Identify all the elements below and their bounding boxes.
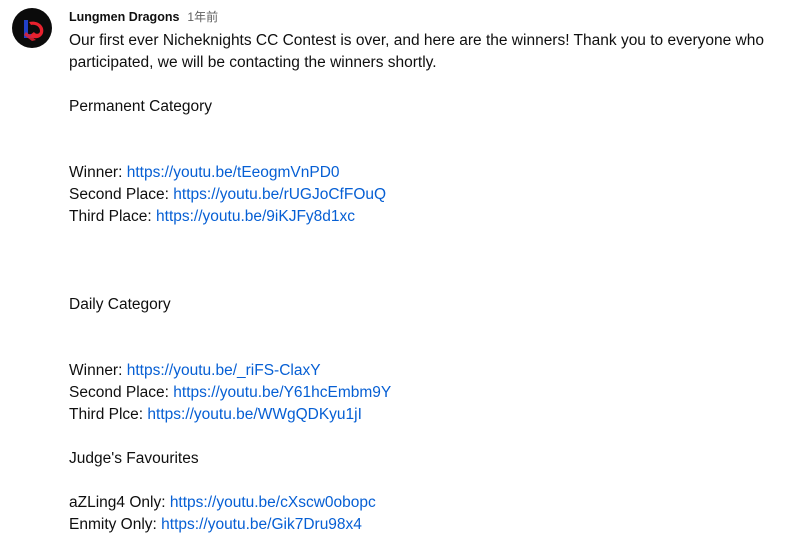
section-title: Judge's Favourites (69, 450, 199, 467)
video-link[interactable]: https://youtu.be/9iKJFy8d1xc (156, 208, 355, 225)
video-link[interactable]: https://youtu.be/cXscw0obopc (170, 494, 376, 511)
video-link[interactable]: https://youtu.be/rUGJoCfFOuQ (173, 186, 386, 203)
entry-label: Second Place: (69, 384, 169, 401)
list-item: Second Place: https://youtu.be/Y61hcEmbm… (69, 382, 391, 404)
comment-header: Lungmen Dragons 1年前 (69, 9, 218, 25)
list-item: Winner: https://youtu.be/_riFS-ClaxY (69, 360, 321, 382)
comment-text-line: participated, we will be contacting the … (69, 54, 437, 71)
comment-timestamp[interactable]: 1年前 (187, 10, 218, 24)
entry-label: aZLing4 Only: (69, 494, 166, 511)
video-link[interactable]: https://youtu.be/WWgQDKyu1jI (147, 406, 362, 423)
lungmen-dragons-logo-icon (24, 20, 44, 41)
video-link[interactable]: https://youtu.be/Y61hcEmbm9Y (173, 384, 391, 401)
avatar[interactable] (12, 8, 52, 48)
comment: Lungmen Dragons 1年前 Our first ever Nichek… (0, 0, 792, 542)
video-link[interactable]: https://youtu.be/_riFS-ClaxY (127, 362, 321, 379)
list-item: Enmity Only: https://youtu.be/Gik7Dru98x… (69, 514, 362, 536)
entry-label: Third Place: (69, 208, 152, 225)
entry-label: Enmity Only: (69, 516, 157, 533)
entry-label: Winner: (69, 362, 123, 379)
comment-text-line: Our first ever Nicheknights CC Contest i… (69, 32, 764, 49)
entry-label: Winner: (69, 164, 123, 181)
section-title: Daily Category (69, 296, 171, 313)
video-link[interactable]: https://youtu.be/tEeogmVnPD0 (127, 164, 340, 181)
entry-label: Third Plce: (69, 406, 144, 423)
section-title: Permanent Category (69, 98, 213, 115)
list-item: aZLing4 Only: https://youtu.be/cXscw0obo… (69, 492, 376, 514)
list-item: Winner: https://youtu.be/tEeogmVnPD0 (69, 162, 340, 184)
list-item: Third Place: https://youtu.be/9iKJFy8d1x… (69, 206, 355, 228)
video-link[interactable]: https://youtu.be/Gik7Dru98x4 (161, 516, 362, 533)
author-name[interactable]: Lungmen Dragons (69, 10, 179, 24)
list-item: Third Plce: https://youtu.be/WWgQDKyu1jI (69, 404, 362, 426)
list-item: Second Place: https://youtu.be/rUGJoCfFO… (69, 184, 386, 206)
entry-label: Second Place: (69, 186, 169, 203)
